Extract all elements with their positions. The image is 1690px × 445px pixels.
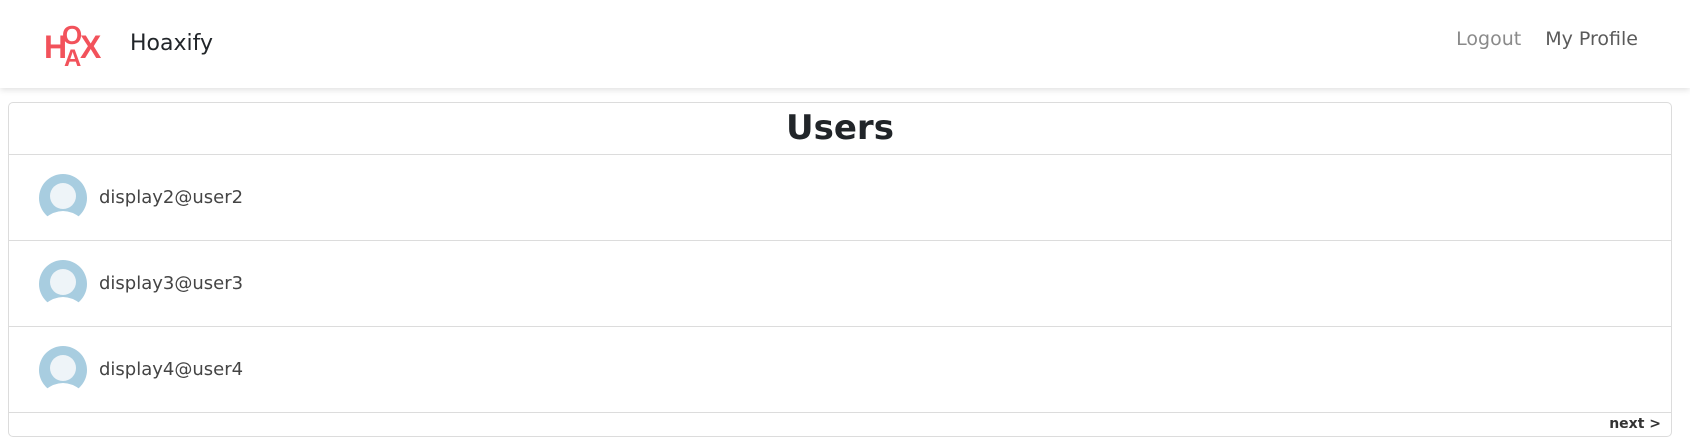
brand-name: Hoaxify bbox=[130, 30, 213, 56]
next-page-button[interactable]: next > bbox=[1609, 416, 1661, 432]
default-profile-icon bbox=[39, 345, 87, 394]
brand-link[interactable]: H O A X Hoaxify bbox=[44, 18, 213, 68]
user-name: display2@user2 bbox=[99, 187, 244, 208]
page-title: Users bbox=[9, 103, 1671, 155]
svg-text:X: X bbox=[80, 29, 102, 65]
default-profile-icon bbox=[39, 173, 87, 222]
user-list-item[interactable]: display2@user2 bbox=[9, 155, 1671, 241]
user-name: display4@user4 bbox=[99, 359, 244, 380]
my-profile-link[interactable]: My Profile bbox=[1545, 28, 1638, 50]
default-profile-icon bbox=[39, 259, 87, 308]
user-list-item[interactable]: display3@user3 bbox=[9, 241, 1671, 327]
hoaxify-logo-icon: H O A X bbox=[44, 20, 102, 68]
logout-link[interactable]: Logout bbox=[1456, 28, 1521, 50]
nav-links: Logout My Profile bbox=[1456, 28, 1638, 50]
navbar: H O A X Hoaxify Logout My Profile bbox=[0, 0, 1690, 88]
pagination: next > bbox=[9, 413, 1671, 436]
user-list-item[interactable]: display4@user4 bbox=[9, 327, 1671, 413]
users-card: Users display2@user2 display3@user3 disp… bbox=[8, 102, 1672, 437]
svg-text:A: A bbox=[64, 45, 81, 68]
user-name: display3@user3 bbox=[99, 273, 244, 294]
